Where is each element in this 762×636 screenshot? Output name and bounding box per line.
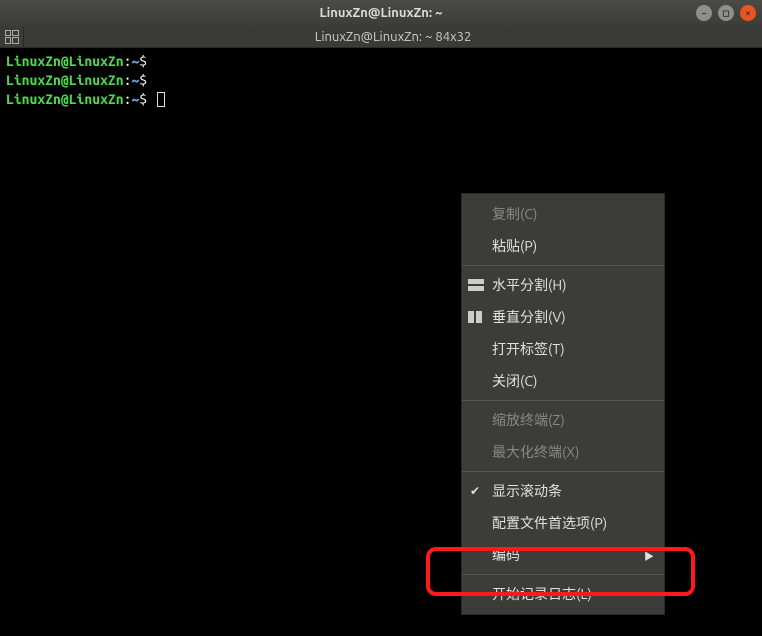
menu-open-tab[interactable]: 打开标签(T) xyxy=(462,333,664,365)
minimize-button[interactable]: − xyxy=(696,5,712,21)
menu-hsplit[interactable]: 水平分割(H) xyxy=(462,269,664,301)
menu-paste[interactable]: 粘贴(P) xyxy=(462,230,664,262)
cursor xyxy=(157,92,165,107)
window-controls: − ◻ × xyxy=(696,5,756,21)
menu-start-log[interactable]: 开始记录日志(L) xyxy=(462,578,664,610)
terminal-line: LinuxZn@LinuxZn:~$ xyxy=(6,52,756,71)
menu-encoding[interactable]: 编码 ▶ xyxy=(462,539,664,571)
menu-zoom: 缩放终端(Z) xyxy=(462,404,664,436)
window-title: LinuxZn@LinuxZn: ~ xyxy=(319,6,442,20)
terminal-line: LinuxZn@LinuxZn:~$ xyxy=(6,71,756,90)
window-titlebar: LinuxZn@LinuxZn: ~ − ◻ × xyxy=(0,0,762,26)
menu-separator xyxy=(462,574,664,575)
tab-title[interactable]: LinuxZn@LinuxZn: ~ 84x32 xyxy=(24,30,762,44)
menu-separator xyxy=(462,265,664,266)
menu-profile[interactable]: 配置文件首选项(P) xyxy=(462,507,664,539)
grid-icon xyxy=(5,30,19,44)
menu-maximize: 最大化终端(X) xyxy=(462,436,664,468)
menu-copy: 复制(C) xyxy=(462,198,664,230)
maximize-button[interactable]: ◻ xyxy=(718,5,734,21)
tab-bar: LinuxZn@LinuxZn: ~ 84x32 xyxy=(0,26,762,48)
menu-separator xyxy=(462,400,664,401)
close-button[interactable]: × xyxy=(740,5,756,21)
check-icon: ✔ xyxy=(470,484,480,498)
vsplit-icon xyxy=(468,311,484,323)
menu-scrollbar[interactable]: ✔ 显示滚动条 xyxy=(462,475,664,507)
menu-vsplit[interactable]: 垂直分割(V) xyxy=(462,301,664,333)
menu-separator xyxy=(462,471,664,472)
layout-grid-button[interactable] xyxy=(0,26,24,47)
terminal-line: LinuxZn@LinuxZn:~$ xyxy=(6,90,756,109)
chevron-right-icon: ▶ xyxy=(644,548,654,563)
hsplit-icon xyxy=(468,279,484,291)
menu-close[interactable]: 关闭(C) xyxy=(462,365,664,397)
context-menu: 复制(C) 粘贴(P) 水平分割(H) 垂直分割(V) 打开标签(T) 关闭(C… xyxy=(461,193,665,615)
